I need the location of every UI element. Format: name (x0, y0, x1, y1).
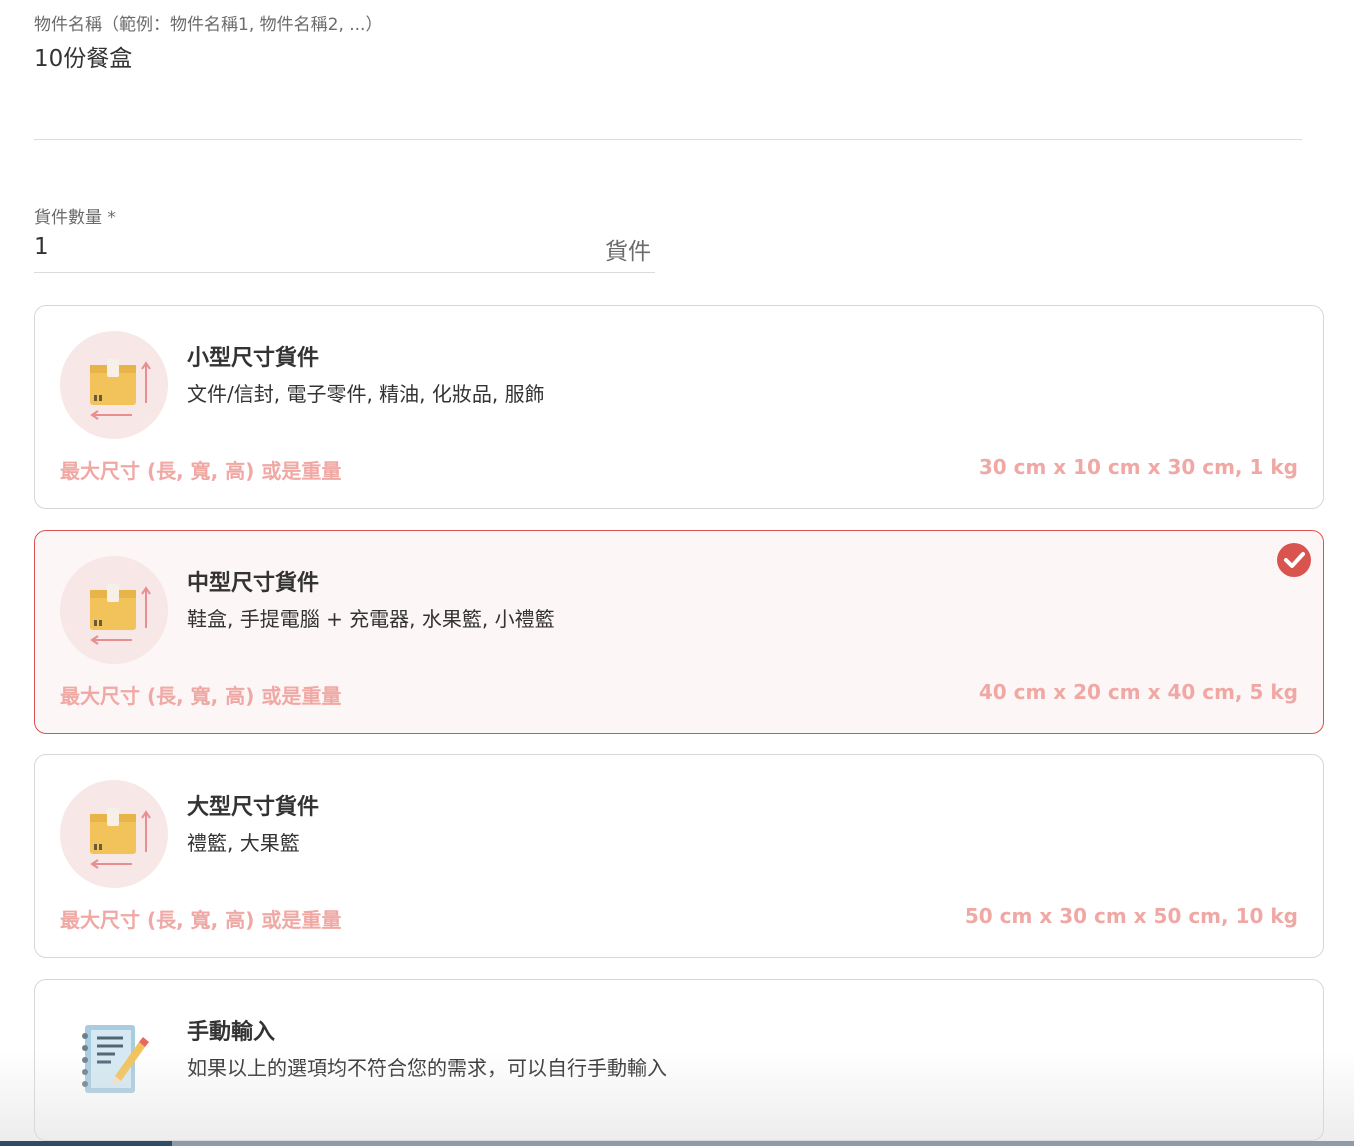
max-size-label: 最大尺寸 (長, 寬, 高) 或是重量 (60, 684, 342, 708)
size-option-title: 小型尺寸貨件 (187, 346, 320, 371)
quantity-label: 貨件數量 * (34, 208, 116, 228)
item-name-label: 物件名稱（範例：物件名稱1, 物件名稱2, ...） (34, 15, 383, 35)
quantity-input[interactable]: 1 (34, 234, 49, 260)
quantity-unit: 貨件 (605, 239, 651, 265)
selected-check-icon (1277, 543, 1311, 577)
max-size-value: 40 cm x 20 cm x 40 cm, 5 kg (978, 680, 1298, 704)
max-size-value: 30 cm x 10 cm x 30 cm, 1 kg (978, 455, 1298, 479)
quantity-underline (34, 272, 655, 273)
manual-option-title: 手動輸入 (187, 1020, 276, 1045)
size-option-description: 文件/信封, 電子零件, 精油, 化妝品, 服飾 (187, 382, 545, 406)
size-option-manual[interactable]: 手動輸入 如果以上的選項均不符合您的需求，可以自行手動輸入 (34, 979, 1324, 1141)
size-option-title: 大型尺寸貨件 (187, 795, 320, 820)
package-icon (60, 331, 168, 439)
size-option-large[interactable]: 大型尺寸貨件 禮籃, 大果籃 最大尺寸 (長, 寬, 高) 或是重量 50 cm… (34, 754, 1324, 958)
bottom-bar (0, 1141, 1354, 1146)
size-option-title: 中型尺寸貨件 (187, 571, 320, 596)
size-option-medium[interactable]: 中型尺寸貨件 鞋盒, 手提電腦 + 充電器, 水果籃, 小禮籃 最大尺寸 (長,… (34, 530, 1324, 734)
package-icon (60, 556, 168, 664)
item-name-input[interactable]: 10份餐盒 (34, 39, 132, 73)
max-size-value: 50 cm x 30 cm x 50 cm, 10 kg (964, 904, 1298, 928)
max-size-label: 最大尺寸 (長, 寬, 高) 或是重量 (60, 459, 342, 483)
manual-option-description: 如果以上的選項均不符合您的需求，可以自行手動輸入 (187, 1056, 667, 1080)
size-option-small[interactable]: 小型尺寸貨件 文件/信封, 電子零件, 精油, 化妝品, 服飾 最大尺寸 (長,… (34, 305, 1324, 509)
bottom-bar-segment (0, 1141, 172, 1146)
package-icon (60, 780, 168, 888)
max-size-label: 最大尺寸 (長, 寬, 高) 或是重量 (60, 908, 342, 932)
notepad-pencil-icon (75, 1020, 155, 1100)
item-name-underline (34, 139, 1302, 140)
size-option-description: 鞋盒, 手提電腦 + 充電器, 水果籃, 小禮籃 (187, 607, 555, 631)
size-option-description: 禮籃, 大果籃 (187, 831, 300, 855)
